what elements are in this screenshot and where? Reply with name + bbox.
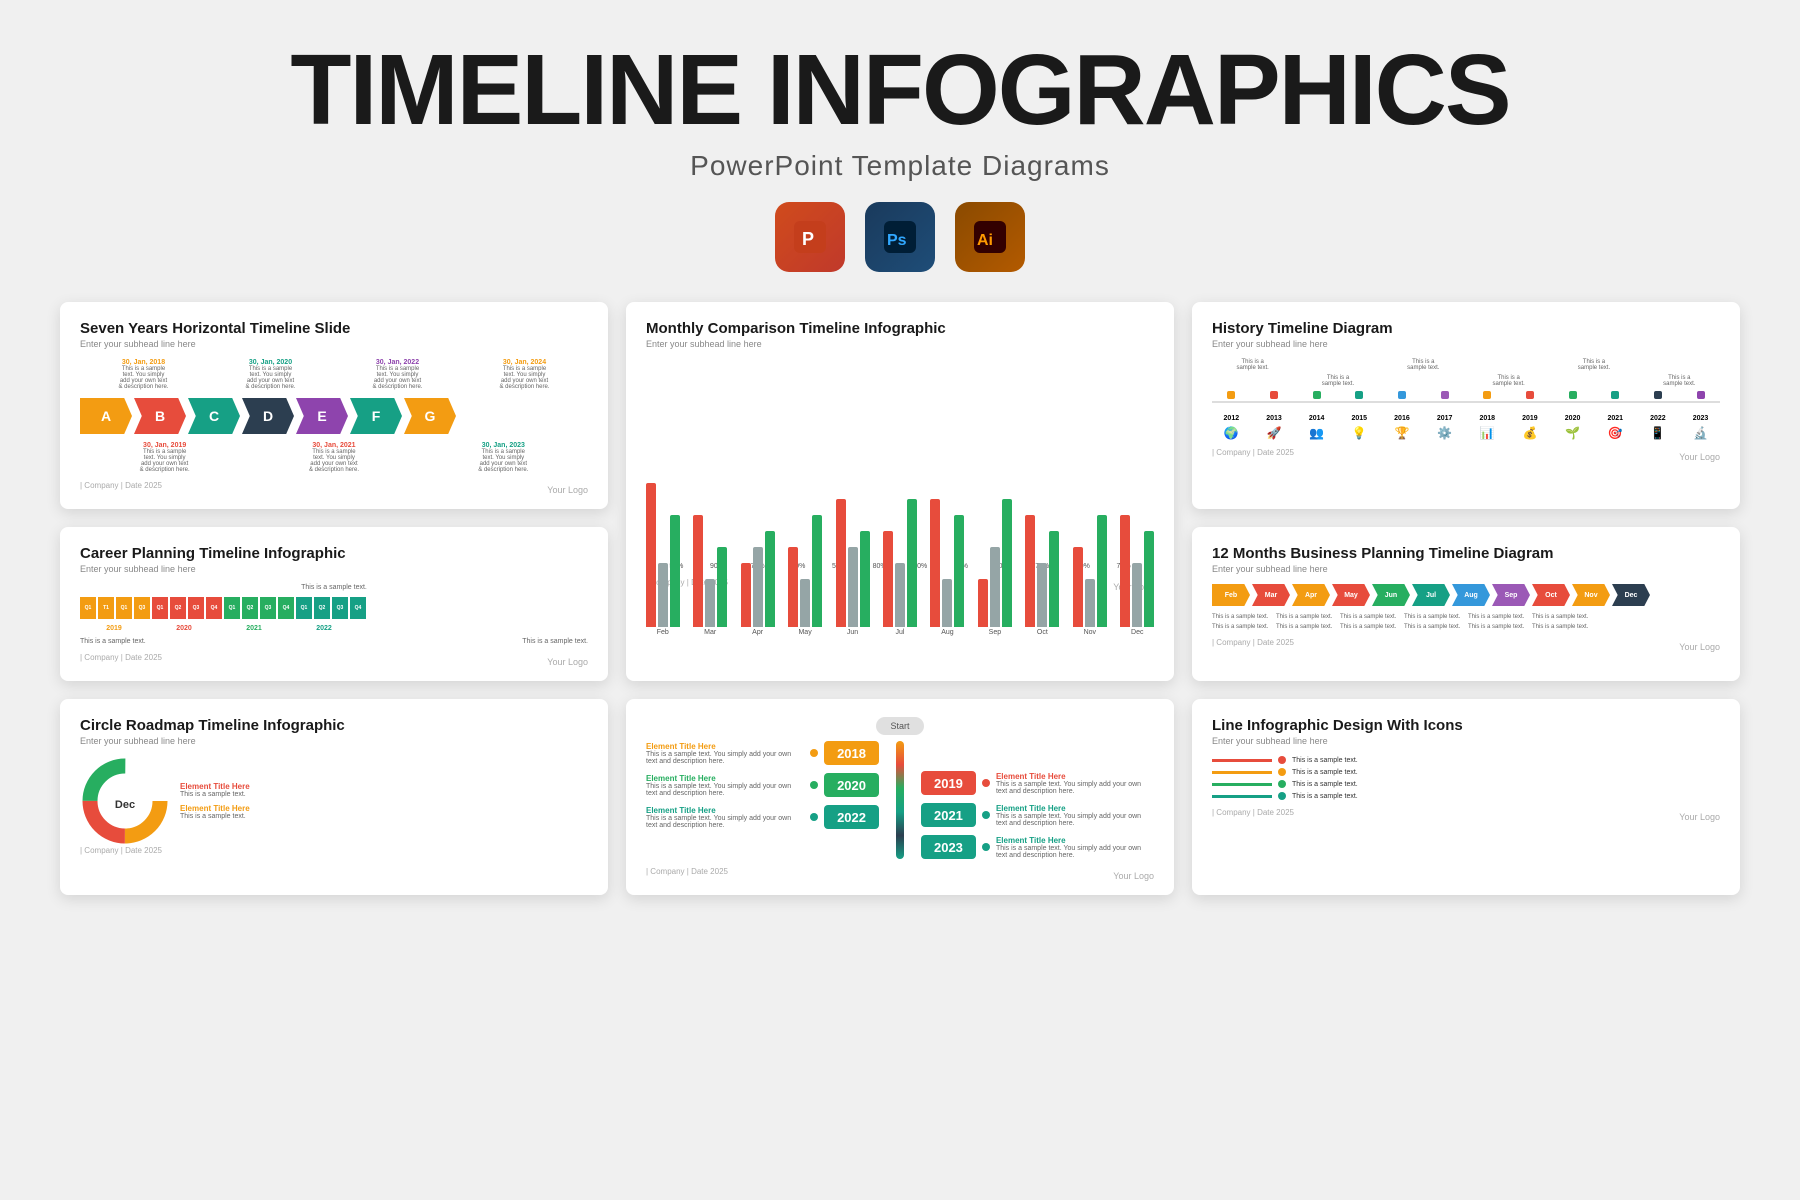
slide-monthly: Monthly Comparison Timeline Infographic … xyxy=(626,302,1174,681)
slide1-title: Seven Years Horizontal Timeline Slide xyxy=(80,320,588,337)
slide8-title: Line Infographic Design With Icons xyxy=(1212,717,1720,734)
arrow-e: E xyxy=(296,398,348,434)
slide7-title: Circle Roadmap Timeline Infographic xyxy=(80,717,588,734)
arrow-b: B xyxy=(134,398,186,434)
slide5-footer: | Company | Date 2025 xyxy=(646,867,728,881)
slide4-title: Career Planning Timeline Infographic xyxy=(80,545,588,562)
slide1-logo: Your Logo xyxy=(547,485,588,495)
slide3-logo: Your Logo xyxy=(1679,452,1720,462)
circle-arc: Dec xyxy=(80,756,170,846)
slide3-footer: | Company | Date 2025 xyxy=(1212,448,1294,462)
start-button: Start xyxy=(876,717,923,735)
slide6-footer: | Company | Date 2025 xyxy=(1212,638,1294,652)
slide8-subtitle: Enter your subhead line here xyxy=(1212,736,1720,746)
svg-text:P: P xyxy=(802,229,814,249)
slide-career: Career Planning Timeline Infographic Ent… xyxy=(60,527,608,681)
arrow-a: A xyxy=(80,398,132,434)
main-title: TIMELINE INFOGRAPHICS xyxy=(290,40,1509,140)
page: TIMELINE INFOGRAPHICS PowerPoint Templat… xyxy=(0,0,1800,1200)
slide6-title: 12 Months Business Planning Timeline Dia… xyxy=(1212,545,1720,562)
subtitle: PowerPoint Template Diagrams xyxy=(690,150,1110,182)
slide-circle: Circle Roadmap Timeline Infographic Ente… xyxy=(60,699,608,895)
slide4-footer: | Company | Date 2025 xyxy=(80,653,162,667)
slide-line: Line Infographic Design With Icons Enter… xyxy=(1192,699,1740,895)
slide5-logo: Your Logo xyxy=(1113,871,1154,881)
slide1-subtitle: Enter your subhead line here xyxy=(80,339,588,349)
slide8-footer: | Company | Date 2025 xyxy=(1212,808,1294,822)
slide4-subtitle: Enter your subhead line here xyxy=(80,564,588,574)
arrow-d: D xyxy=(242,398,294,434)
svg-text:Ai: Ai xyxy=(977,232,993,249)
powerpoint-icon: P xyxy=(775,202,845,272)
slide-seven-years: Seven Years Horizontal Timeline Slide En… xyxy=(60,302,608,509)
slide6-logo: Your Logo xyxy=(1679,642,1720,652)
slide-12months: 12 Months Business Planning Timeline Dia… xyxy=(1192,527,1740,681)
slide3-title: History Timeline Diagram xyxy=(1212,320,1720,337)
arrow-g: G xyxy=(404,398,456,434)
slide3-subtitle: Enter your subhead line here xyxy=(1212,339,1720,349)
slide1-footer: | Company | Date 2025 xyxy=(80,481,162,495)
slide6-subtitle: Enter your subhead line here xyxy=(1212,564,1720,574)
slide-history: History Timeline Diagram Enter your subh… xyxy=(1192,302,1740,509)
slide8-logo: Your Logo xyxy=(1679,812,1720,822)
arrow-c: C xyxy=(188,398,240,434)
slide2-subtitle: Enter your subhead line here xyxy=(646,339,1154,349)
slide4-logo: Your Logo xyxy=(547,657,588,667)
svg-text:Ps: Ps xyxy=(887,232,907,249)
timeline-arrows: A B C D E F G xyxy=(80,398,588,434)
slide7-subtitle: Enter your subhead line here xyxy=(80,736,588,746)
arrow-f: F xyxy=(350,398,402,434)
slides-grid: Seven Years Horizontal Timeline Slide En… xyxy=(60,302,1740,895)
slide7-footer: | Company | Date 2025 xyxy=(80,846,588,855)
svg-text:Dec: Dec xyxy=(115,799,135,811)
slide2-title: Monthly Comparison Timeline Infographic xyxy=(646,320,1154,337)
slide-vertical: Start 2018 Element Title Here This is a … xyxy=(626,699,1174,895)
illustrator-icon: Ai xyxy=(955,202,1025,272)
app-icons-row: P Ps Ai xyxy=(775,202,1025,272)
photoshop-icon: Ps xyxy=(865,202,935,272)
